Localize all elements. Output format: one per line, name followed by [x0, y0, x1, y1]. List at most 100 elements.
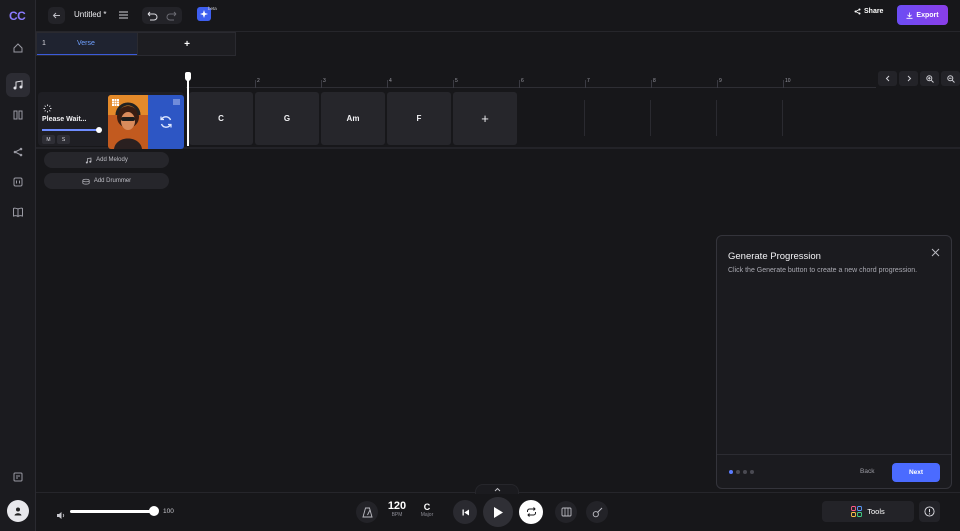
- ruler-number: 6: [521, 78, 524, 84]
- loop-button[interactable]: [519, 500, 543, 524]
- share-nodes-icon[interactable]: [6, 140, 30, 164]
- ruler-tick: [453, 80, 454, 88]
- add-drummer-button[interactable]: Add Drummer: [44, 173, 169, 189]
- ruler-tick: [387, 80, 388, 88]
- panel-description: Click the Generate button to create a ne…: [728, 267, 918, 274]
- key-mode: Major: [420, 512, 434, 518]
- skip-back-button[interactable]: [453, 500, 477, 524]
- play-icon: [494, 506, 503, 518]
- music-note-icon[interactable]: [6, 73, 30, 97]
- add-drummer-label: Add Drummer: [93, 178, 132, 184]
- step-dot: [750, 470, 754, 474]
- metronome-icon[interactable]: [356, 501, 378, 523]
- book-icon[interactable]: [6, 200, 30, 224]
- list-icon: [173, 99, 180, 105]
- panel-divider: [717, 454, 951, 455]
- chevron-left-icon[interactable]: [878, 71, 897, 86]
- beat-divider: [584, 100, 585, 136]
- timeline-ruler[interactable]: 2 3 4 5 6 7 8 9 10: [186, 72, 876, 88]
- generate-progression-panel: Generate Progression Click the Generate …: [716, 235, 952, 489]
- ruler-tick: [321, 80, 322, 88]
- info-icon: [924, 506, 935, 517]
- key-display[interactable]: C Major: [416, 502, 438, 518]
- ruler-tick: [651, 80, 652, 88]
- bpm-value: 120: [387, 500, 407, 512]
- share-label: Share: [864, 8, 884, 15]
- chord-block[interactable]: Am: [321, 92, 385, 145]
- close-icon[interactable]: [931, 248, 940, 260]
- master-volume-value: 100: [163, 508, 174, 515]
- chord-block[interactable]: F: [387, 92, 451, 145]
- topbar: Untitled * beta Share Export: [36, 0, 960, 32]
- loop-icon: [526, 507, 536, 517]
- ruler-tick: [717, 80, 718, 88]
- master-volume-slider[interactable]: [70, 510, 156, 513]
- library-icon[interactable]: [6, 103, 30, 127]
- instrument-artwork[interactable]: [108, 95, 148, 149]
- section-tabs: 1 Verse +: [36, 32, 236, 56]
- tempo-display[interactable]: 120 BPM: [385, 500, 409, 518]
- add-melody-button[interactable]: Add Melody: [44, 152, 169, 168]
- chord-block[interactable]: C: [189, 92, 253, 145]
- midi-icon[interactable]: [6, 170, 30, 194]
- tools-label: Tools: [867, 507, 885, 516]
- add-melody-label: Add Melody: [96, 157, 128, 163]
- zoom-out-icon[interactable]: [941, 71, 960, 86]
- ruler-tick: [783, 80, 784, 88]
- feedback-icon[interactable]: [6, 465, 30, 489]
- chord-block[interactable]: G: [255, 92, 319, 145]
- export-label: Export: [916, 11, 939, 19]
- timeline-nav: [878, 71, 960, 86]
- ruler-tick: [585, 80, 586, 88]
- section-name: Verse: [77, 40, 95, 47]
- solo-button[interactable]: S: [57, 135, 70, 144]
- section-number: 1: [42, 40, 46, 47]
- step-dot: [743, 470, 747, 474]
- project-title[interactable]: Untitled *: [74, 10, 106, 19]
- app-logo[interactable]: CC: [9, 9, 26, 23]
- ruler-tick: [255, 80, 256, 88]
- drum-icon: [82, 178, 90, 184]
- home-icon[interactable]: [6, 36, 30, 60]
- skip-back-icon: [462, 509, 469, 515]
- speaker-icon[interactable]: [56, 507, 65, 525]
- guitar-icon[interactable]: [586, 501, 608, 523]
- back-arrow-icon[interactable]: [48, 7, 65, 24]
- section-tab-verse[interactable]: 1 Verse: [37, 33, 137, 55]
- expand-panel-button[interactable]: [475, 484, 519, 494]
- mute-button[interactable]: M: [42, 135, 55, 144]
- zoom-in-icon[interactable]: [920, 71, 939, 86]
- ruler-number: 2: [257, 78, 260, 84]
- track-status: Please Wait...: [42, 116, 87, 123]
- app-root: CC Untitled * beta Share Export 1 Verse …: [0, 0, 960, 531]
- piano-icon[interactable]: [555, 501, 577, 523]
- ruler-number: 9: [719, 78, 722, 84]
- menu-icon[interactable]: [116, 8, 130, 22]
- ruler-number: 8: [653, 78, 656, 84]
- ruler-tick: [519, 80, 520, 88]
- export-button[interactable]: Export: [897, 5, 948, 25]
- add-section-button[interactable]: +: [137, 33, 236, 55]
- avatar[interactable]: [7, 500, 29, 522]
- ruler-number: 5: [455, 78, 458, 84]
- add-chord-button[interactable]: +: [453, 92, 517, 145]
- beat-divider: [650, 100, 651, 136]
- back-button[interactable]: Back: [860, 468, 874, 475]
- next-button[interactable]: Next: [892, 463, 940, 482]
- sidebar: CC: [0, 0, 36, 531]
- track-volume-knob[interactable]: [96, 127, 102, 133]
- ruler-number: 4: [389, 78, 392, 84]
- beta-badge: beta: [208, 6, 217, 11]
- step-dot: [729, 470, 733, 474]
- regenerate-button[interactable]: [148, 95, 184, 149]
- share-button[interactable]: Share: [854, 8, 883, 15]
- track-controls: Please Wait... M S: [38, 92, 184, 149]
- help-button[interactable]: [919, 501, 940, 522]
- track-volume-slider[interactable]: [42, 129, 99, 131]
- chevron-right-icon[interactable]: [899, 71, 918, 86]
- share-icon: [854, 8, 861, 15]
- tools-button[interactable]: Tools: [822, 501, 914, 522]
- play-button[interactable]: [483, 497, 513, 527]
- master-volume-thumb[interactable]: [149, 506, 159, 516]
- step-dot: [736, 470, 740, 474]
